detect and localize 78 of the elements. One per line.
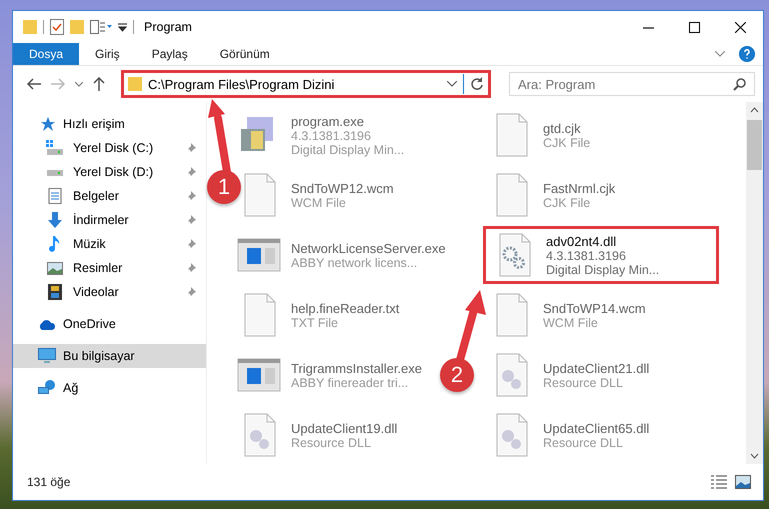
sidebar-item[interactable]: OneDrive <box>13 312 206 336</box>
file-detail: WCM File <box>543 316 599 330</box>
drive-icon <box>46 140 64 156</box>
checklist-icon <box>50 19 64 35</box>
file-name[interactable]: NetworkLicenseServer.exe <box>291 240 446 256</box>
music-note-icon <box>49 236 61 252</box>
network-icon <box>38 380 56 396</box>
sidebar-item[interactable]: Resimler <box>13 256 206 280</box>
file-detail: Digital Display Min... <box>546 262 660 276</box>
file-detail: Resource DLL <box>291 436 371 450</box>
document-icon <box>48 188 62 204</box>
chevron-icon[interactable] <box>715 51 725 57</box>
file-detail: CJK File <box>543 136 590 150</box>
file-detail: Resource DLL <box>543 376 623 390</box>
sidebar-item[interactable]: Videolar <box>13 280 206 304</box>
folder-icon <box>128 76 142 92</box>
search-icon <box>733 78 746 90</box>
file-name[interactable]: UpdateClient19.dll <box>291 420 398 436</box>
help-icon[interactable] <box>739 46 755 62</box>
sidebar-item[interactable]: İndirmeler <box>13 208 206 232</box>
file-detail: Resource DLL <box>543 436 623 450</box>
window-title: Program <box>144 20 192 34</box>
monitor-icon <box>38 348 56 364</box>
sidebar-item[interactable]: Müzik <box>13 232 206 256</box>
picture-view-icon[interactable] <box>735 475 751 489</box>
sidebar-item[interactable]: Yerel Disk (D:) <box>13 160 206 184</box>
item-count: 131 öğe <box>27 475 72 489</box>
ribbon-tab[interactable]: Paylaş <box>136 43 204 65</box>
file-detail: 4.3.1381.3196 <box>546 248 627 262</box>
file-detail: ABBY network licens... <box>291 256 418 270</box>
sidebar-item[interactable]: Ağ <box>13 376 206 400</box>
file-name[interactable]: program.exe <box>291 114 404 128</box>
search-field[interactable]: Ara: Program <box>509 72 755 96</box>
file-detail: 4.3.1381.3196 <box>291 128 372 142</box>
film-icon <box>48 284 62 300</box>
file-detail: CJK File <box>543 196 590 210</box>
ribbon-tab[interactable]: Dosya <box>13 43 80 65</box>
star-icon <box>39 116 55 132</box>
sidebar-item[interactable]: Yerel Disk (C:) <box>13 136 206 160</box>
properties-icon <box>90 20 112 34</box>
folder-icon <box>70 19 84 35</box>
close-icon <box>734 22 746 32</box>
picture-icon <box>47 262 63 274</box>
file-name[interactable]: FastNrml.cjk <box>543 180 616 196</box>
file-detail: WCM File <box>291 196 347 210</box>
file-detail: Digital Display Min... <box>291 142 404 156</box>
file-name[interactable]: adv02nt4.dll <box>546 234 660 248</box>
folder-icon <box>23 19 37 35</box>
up-arrow-icon[interactable] <box>93 77 105 91</box>
file-name[interactable]: UpdateClient21.dll <box>543 360 650 376</box>
refresh-icon[interactable] <box>470 77 484 91</box>
file-name[interactable]: UpdateClient65.dll <box>543 420 650 436</box>
window-app-icon <box>237 358 281 392</box>
dropdown-icon <box>118 22 127 32</box>
cloud-icon <box>38 318 56 330</box>
file-name[interactable]: SndToWP12.wcm <box>291 180 394 196</box>
details-view-icon[interactable] <box>711 475 727 489</box>
file-detail: ABBY finereader tri... <box>291 376 408 390</box>
window-app-icon <box>237 238 281 272</box>
ribbon-tab[interactable]: Giriş <box>79 43 136 65</box>
file-detail: TXT File <box>291 316 338 330</box>
back-arrow-icon[interactable] <box>27 78 41 90</box>
down-arrow-icon <box>47 212 63 228</box>
chevron-down-icon[interactable] <box>75 81 83 87</box>
chevron-down-icon[interactable] <box>447 81 457 87</box>
file-name[interactable]: SndToWP14.wcm <box>543 300 646 316</box>
sidebar-item[interactable]: Bu bilgisayar <box>13 344 206 368</box>
drive-icon <box>46 167 64 177</box>
sidebar-item[interactable]: Belgeler <box>13 184 206 208</box>
file-name[interactable]: gtd.cjk <box>543 120 590 136</box>
address-bar[interactable]: C:\Program Files\Program Dizini <box>121 70 491 98</box>
scrollbar-thumb[interactable] <box>747 120 762 170</box>
ribbon-tab[interactable]: Görünüm <box>204 43 286 65</box>
sidebar-item[interactable]: Hızlı erişim <box>13 112 206 136</box>
maximize-icon <box>688 22 700 32</box>
file-name[interactable]: help.fineReader.txt <box>291 300 400 316</box>
scrollbar[interactable] <box>746 102 763 464</box>
file-name[interactable]: TrigrammsInstaller.exe <box>291 360 422 376</box>
